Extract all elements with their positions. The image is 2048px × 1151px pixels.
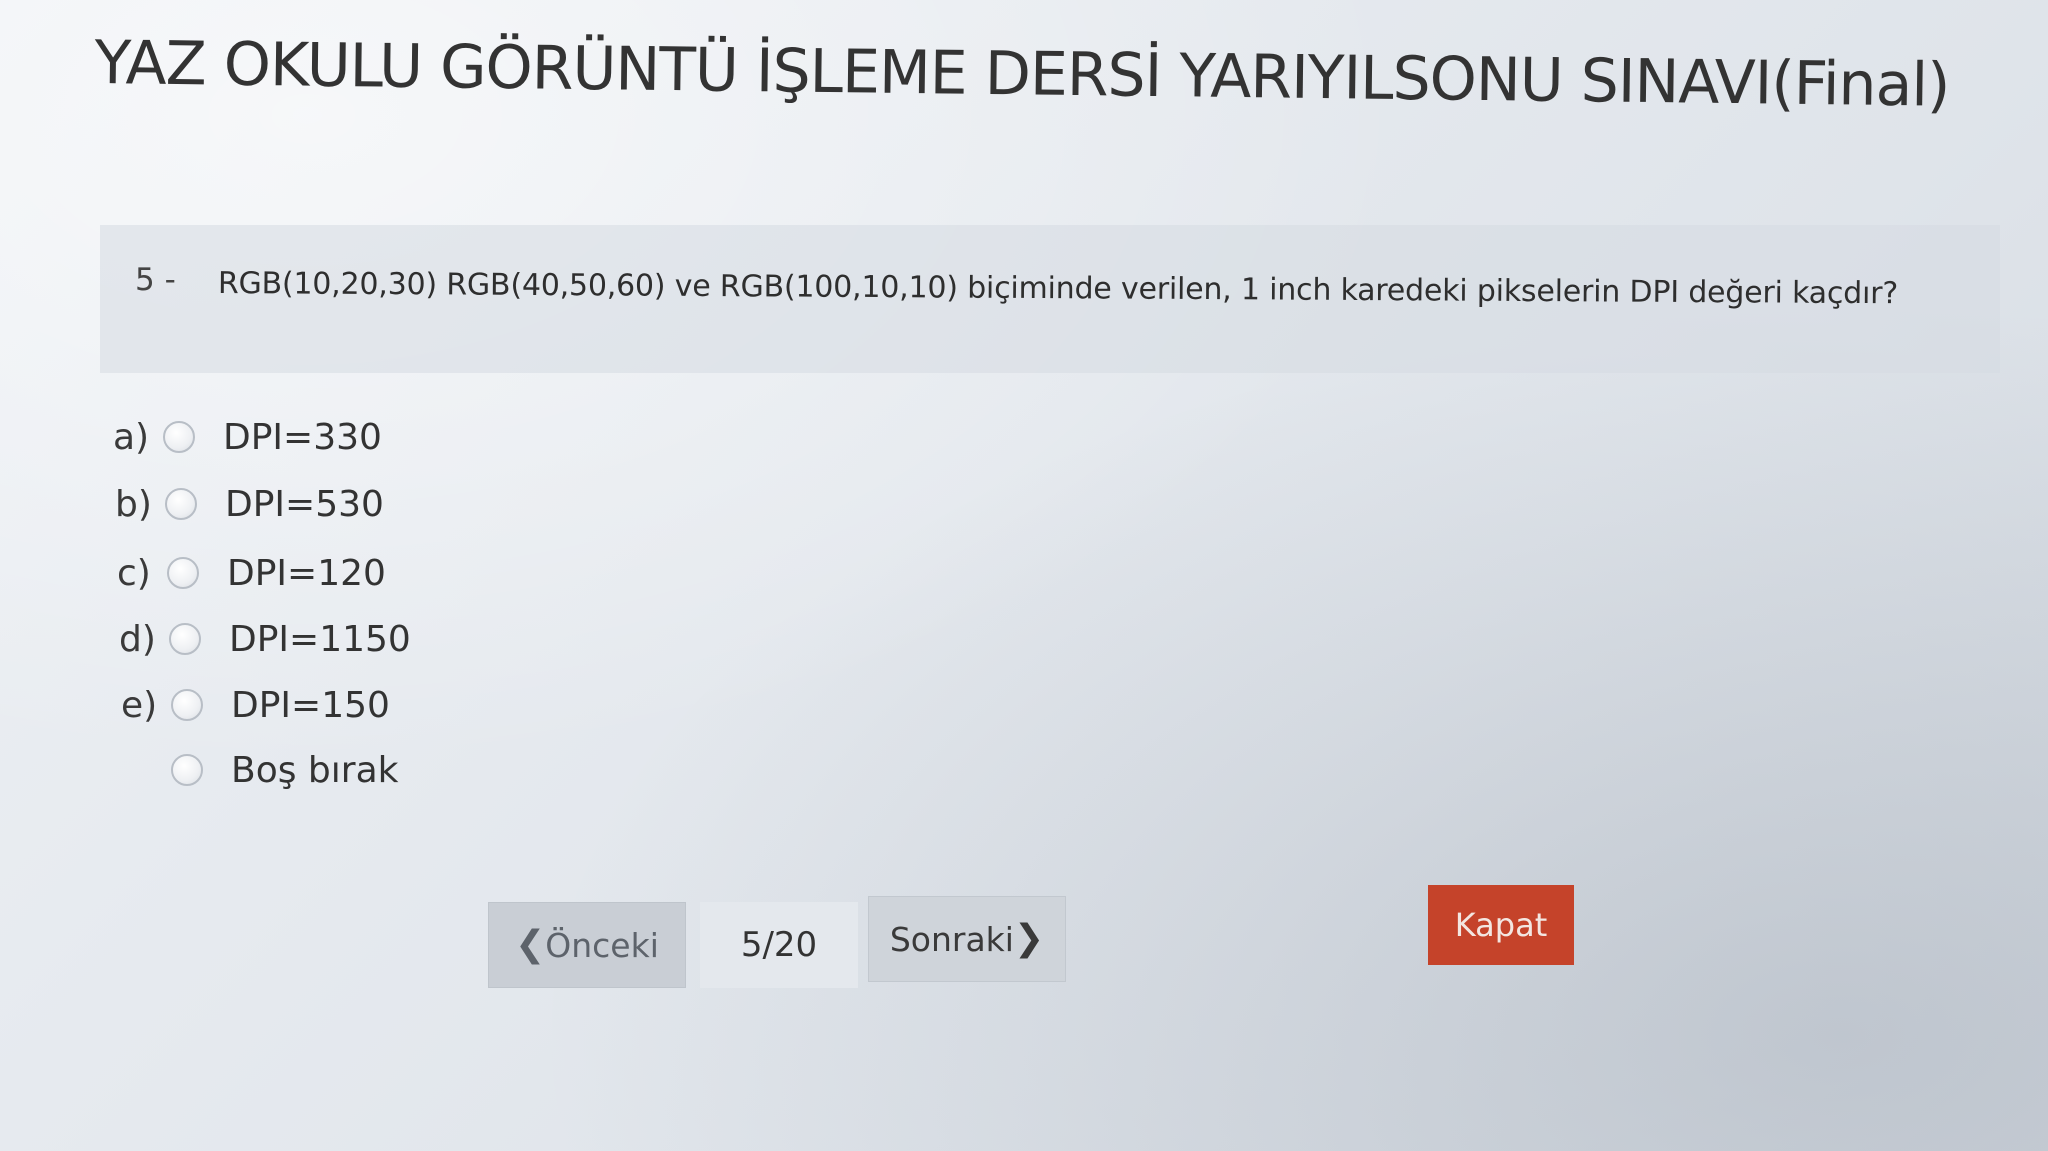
page-title: YAZ OKULU GÖRÜNTÜ İŞLEME DERSİ YARIYILSO… — [94, 28, 1950, 121]
option-letter: a) — [113, 416, 150, 458]
option-radio[interactable] — [163, 421, 195, 453]
close-button[interactable]: Kapat — [1428, 885, 1574, 965]
option-e[interactable]: e) DPI=150 — [121, 680, 390, 730]
option-radio[interactable] — [167, 557, 199, 589]
option-letter: e) — [121, 684, 158, 726]
option-label: DPI=530 — [225, 483, 384, 525]
option-radio[interactable] — [171, 689, 203, 721]
option-letter: c) — [117, 552, 151, 594]
option-b[interactable]: b) DPI=530 — [115, 479, 384, 529]
next-button-label: Sonraki — [889, 919, 1014, 959]
option-label: DPI=120 — [227, 552, 386, 594]
option-label: DPI=150 — [231, 684, 390, 726]
chevron-left-icon: ❮ — [515, 924, 546, 965]
option-radio[interactable] — [169, 623, 201, 655]
option-leave-blank[interactable]: Boş bırak — [121, 745, 398, 795]
page-indicator: 5/20 — [700, 902, 858, 988]
option-c[interactable]: c) DPI=120 — [117, 548, 386, 598]
option-label: DPI=330 — [223, 416, 382, 458]
previous-button-label: Önceki — [545, 925, 659, 965]
option-radio[interactable] — [171, 754, 203, 786]
option-label: Boş bırak — [231, 749, 399, 791]
option-d[interactable]: d) DPI=1150 — [119, 614, 411, 664]
option-a[interactable]: a) DPI=330 — [113, 412, 382, 462]
option-radio[interactable] — [165, 488, 197, 520]
option-letter: d) — [119, 618, 156, 660]
option-label: DPI=1150 — [229, 618, 411, 660]
chevron-right-icon: ❯ — [1013, 918, 1045, 959]
question-number: 5 - — [135, 262, 176, 298]
next-button[interactable]: Sonraki ❯ — [868, 896, 1066, 982]
option-letter: b) — [115, 483, 152, 525]
previous-button[interactable]: ❮ Önceki — [488, 902, 686, 988]
